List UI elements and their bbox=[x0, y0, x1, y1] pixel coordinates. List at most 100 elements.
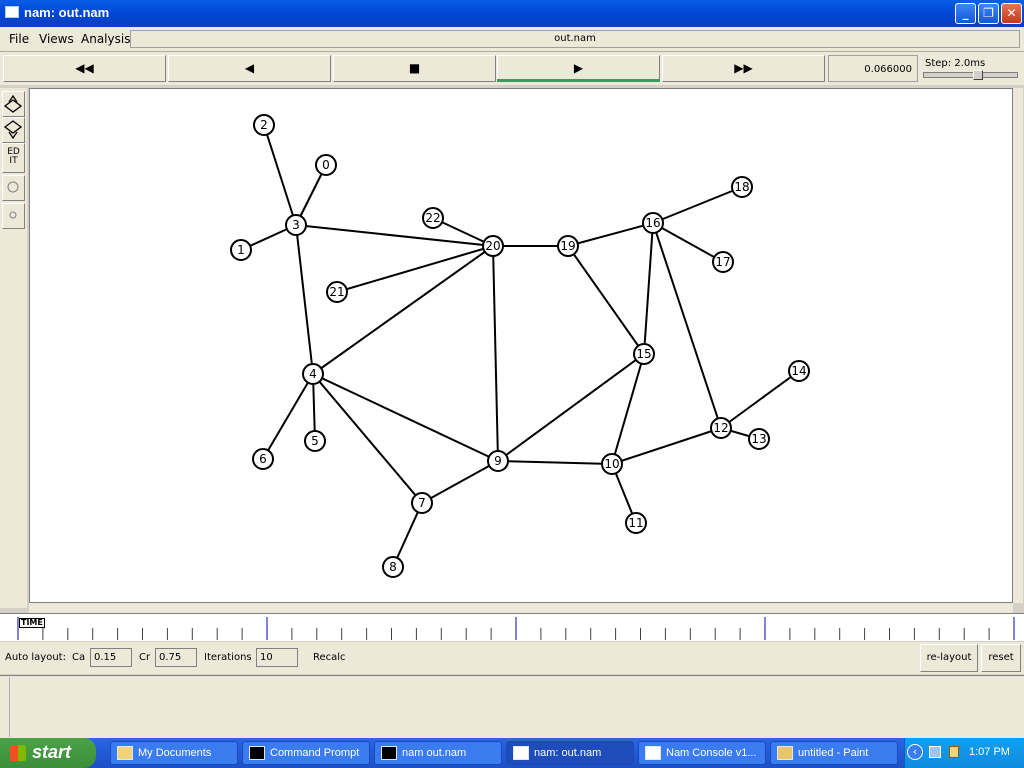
node-label: 17 bbox=[715, 255, 730, 269]
node-2[interactable]: 2 bbox=[253, 114, 275, 136]
node-8[interactable]: 8 bbox=[382, 556, 404, 578]
node-1[interactable]: 1 bbox=[230, 239, 252, 261]
node-4[interactable]: 4 bbox=[302, 363, 324, 385]
link-4-9[interactable] bbox=[312, 373, 499, 462]
link-19-15[interactable] bbox=[567, 245, 645, 355]
folder-icon bbox=[117, 746, 133, 761]
link-15-10[interactable] bbox=[611, 353, 645, 465]
menu-views[interactable]: Views bbox=[39, 32, 74, 46]
taskbar-item-paint[interactable]: untitled - Paint bbox=[770, 741, 898, 765]
tray-app-icon[interactable] bbox=[949, 746, 959, 758]
ca-input[interactable]: 0.15 bbox=[90, 648, 132, 667]
step-control: Step: 2.0ms bbox=[920, 55, 1021, 82]
taskbar-item-command-prompt[interactable]: Command Prompt bbox=[242, 741, 370, 765]
horizontal-scrollbar[interactable] bbox=[29, 603, 1013, 613]
node-label: 10 bbox=[604, 457, 619, 471]
node-14[interactable]: 14 bbox=[788, 360, 810, 382]
link-7-9[interactable] bbox=[421, 460, 499, 504]
link-3-20[interactable] bbox=[295, 224, 494, 247]
link-19-16[interactable] bbox=[567, 222, 654, 247]
link-16-12[interactable] bbox=[652, 222, 722, 429]
node-7[interactable]: 7 bbox=[411, 492, 433, 514]
minimize-button[interactable]: _ bbox=[955, 3, 976, 24]
auto-layout-label: Auto layout: bbox=[5, 652, 66, 663]
node-label: 11 bbox=[628, 516, 643, 530]
node-17[interactable]: 17 bbox=[712, 251, 734, 273]
recalc-button[interactable]: Recalc bbox=[313, 652, 346, 663]
node-18[interactable]: 18 bbox=[731, 176, 753, 198]
zoom-out-icon[interactable] bbox=[2, 117, 25, 143]
taskbar-item-nam-window[interactable]: nam: out.nam bbox=[506, 741, 634, 765]
terminal-icon bbox=[249, 746, 265, 761]
restore-button[interactable]: ❐ bbox=[978, 3, 999, 24]
node-9[interactable]: 9 bbox=[487, 450, 509, 472]
node-13[interactable]: 13 bbox=[748, 428, 770, 450]
paint-icon bbox=[777, 746, 793, 761]
node-0[interactable]: 0 bbox=[315, 154, 337, 176]
link-16-15[interactable] bbox=[643, 222, 654, 355]
link-3-4[interactable] bbox=[295, 224, 314, 375]
vertical-scrollbar[interactable] bbox=[1013, 88, 1023, 603]
node-5[interactable]: 5 bbox=[304, 430, 326, 452]
link-2-3[interactable] bbox=[263, 124, 297, 226]
taskbar-item-nam-console[interactable]: Nam Console v1... bbox=[638, 741, 766, 765]
node-label: 7 bbox=[418, 496, 426, 510]
step-slider-thumb[interactable] bbox=[973, 70, 983, 80]
network-graph[interactable]: 0123456789 10111213141516171819202122 bbox=[30, 89, 1012, 602]
node-label: 14 bbox=[791, 364, 806, 378]
link-4-7[interactable] bbox=[312, 373, 423, 504]
step-back-button[interactable]: ◀ bbox=[168, 55, 331, 82]
close-button[interactable]: ✕ bbox=[1001, 3, 1022, 24]
trace-filename: out.nam bbox=[130, 30, 1020, 48]
left-toolbar: ED IT bbox=[0, 88, 27, 608]
large-circle-icon[interactable] bbox=[2, 175, 25, 201]
node-19[interactable]: 19 bbox=[557, 235, 579, 257]
step-label: Step: 2.0ms bbox=[925, 58, 986, 69]
network-canvas[interactable]: 0 1 2 3 4 5 6 7 8 9 10 11 12 13 14 15 16 17 18 19 20 21 22 bbox=[29, 88, 1013, 603]
node-12[interactable]: 12 bbox=[710, 417, 732, 439]
menu-analysis[interactable]: Analysis bbox=[81, 32, 130, 46]
link-10-12[interactable] bbox=[611, 427, 722, 465]
play-button[interactable]: ▶ bbox=[497, 55, 660, 82]
node-label: 21 bbox=[329, 285, 344, 299]
node-16[interactable]: 16 bbox=[642, 212, 664, 234]
link-16-18[interactable] bbox=[652, 186, 743, 224]
node-15[interactable]: 15 bbox=[633, 343, 655, 365]
reset-button[interactable]: reset bbox=[981, 644, 1021, 672]
cr-input[interactable]: 0.75 bbox=[155, 648, 197, 667]
fast-forward-button[interactable]: ▶▶ bbox=[662, 55, 825, 82]
link-9-10[interactable] bbox=[497, 460, 613, 465]
step-slider[interactable] bbox=[923, 72, 1018, 78]
time-marker[interactable]: TIME bbox=[19, 618, 45, 628]
network-icon[interactable] bbox=[929, 746, 941, 758]
link-20-9[interactable] bbox=[492, 245, 499, 462]
node-11[interactable]: 11 bbox=[625, 512, 647, 534]
start-button[interactable]: start bbox=[0, 738, 96, 768]
small-circle-icon[interactable] bbox=[2, 203, 25, 229]
taskbar-item-my-documents[interactable]: My Documents bbox=[110, 741, 238, 765]
relayout-button[interactable]: re-layout bbox=[920, 644, 978, 672]
rewind-button[interactable]: ◀◀ bbox=[3, 55, 166, 82]
zoom-in-icon[interactable] bbox=[2, 91, 25, 117]
annotation-scrollbar[interactable] bbox=[0, 677, 10, 737]
link-4-20[interactable] bbox=[312, 245, 494, 375]
taskbar-item-nam-out[interactable]: nam out.nam bbox=[374, 741, 502, 765]
node-20[interactable]: 20 bbox=[482, 235, 504, 257]
node-6[interactable]: 6 bbox=[252, 448, 274, 470]
iterations-input[interactable]: 10 bbox=[256, 648, 298, 667]
edit-button[interactable]: ED IT bbox=[2, 143, 25, 173]
stop-button[interactable]: ■ bbox=[333, 55, 496, 82]
node-10[interactable]: 10 bbox=[601, 453, 623, 475]
link-9-15[interactable] bbox=[497, 353, 645, 462]
node-21[interactable]: 21 bbox=[326, 281, 348, 303]
system-tray: ‹ 1:07 PM bbox=[904, 738, 1024, 768]
link-12-14[interactable] bbox=[720, 370, 800, 429]
link-21-20[interactable] bbox=[336, 245, 494, 293]
node-3[interactable]: 3 bbox=[285, 214, 307, 236]
menu-file[interactable]: File bbox=[9, 32, 29, 46]
node-label: 19 bbox=[560, 239, 575, 253]
title-bar: nam: out.nam _ ❐ ✕ bbox=[0, 0, 1024, 27]
timeline[interactable]: TIME bbox=[0, 613, 1024, 641]
node-22[interactable]: 22 bbox=[422, 207, 444, 229]
tray-expand-icon[interactable]: ‹ bbox=[907, 744, 923, 760]
